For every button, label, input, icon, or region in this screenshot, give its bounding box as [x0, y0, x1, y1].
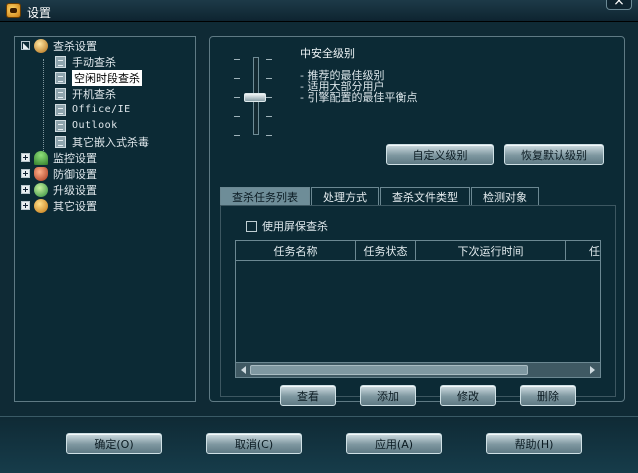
column-header-next-run[interactable]: 下次运行时间 — [416, 241, 566, 261]
update-globe-icon — [34, 182, 48, 197]
tree-guide-line — [43, 59, 44, 157]
shield-icon — [34, 166, 48, 181]
column-header-task-name[interactable]: 任务名称 — [236, 241, 356, 261]
horizontal-scrollbar[interactable] — [236, 362, 600, 377]
restore-default-button[interactable]: 恢复默认级别 — [504, 144, 604, 165]
settings-panel: 中安全级别 - 推荐的最佳级别 - 适用大部分用户 - 引擎配置的最佳平衡点 自… — [209, 36, 625, 406]
page-icon — [55, 71, 66, 84]
expand-toggle-icon[interactable] — [21, 185, 30, 194]
expand-toggle-icon[interactable] — [21, 153, 30, 162]
cancel-button[interactable]: 取消(C) — [206, 433, 302, 454]
tree-item-label: 空闲时段查杀 — [72, 69, 142, 86]
tree-group-label: 防御设置 — [53, 167, 97, 181]
antivirus-icon — [34, 38, 48, 53]
tree-item-boot-scan[interactable]: 开机查杀 — [55, 86, 116, 101]
security-level-handle[interactable] — [244, 92, 266, 102]
expand-toggle-icon[interactable] — [21, 169, 30, 178]
security-level-description: - 推荐的最佳级别 - 适用大部分用户 - 引擎配置的最佳平衡点 — [300, 70, 417, 103]
screensaver-scan-option[interactable]: 使用屏保查杀 — [246, 218, 328, 234]
tree-group-defense[interactable]: 防御设置 — [21, 166, 97, 181]
tree-group-label: 查杀设置 — [53, 39, 97, 53]
settings-frame: 查杀设置 手动查杀 空闲时段查杀 开机查杀 Office/IE Outlook … — [0, 22, 638, 416]
tree-item-label: Outlook — [72, 120, 118, 131]
expand-toggle-icon[interactable] — [21, 201, 30, 210]
gear-icon — [34, 198, 48, 213]
monitor-umbrella-icon — [34, 150, 48, 165]
tree-group-monitor[interactable]: 监控设置 — [21, 150, 97, 165]
tree-item-manual-scan[interactable]: 手动查杀 — [55, 54, 116, 69]
tree-item-label: 其它嵌入式杀毒 — [72, 135, 149, 149]
ok-button[interactable]: 确定(O) — [66, 433, 162, 454]
task-table: 任务名称 任务状态 下次运行时间 任 — [235, 240, 601, 378]
scroll-left-icon[interactable] — [241, 366, 246, 374]
tree-group-label: 监控设置 — [53, 151, 97, 165]
custom-level-button[interactable]: 自定义级别 — [386, 144, 494, 165]
tree-item-label: 手动查杀 — [72, 55, 116, 69]
tab-scan-task-list[interactable]: 查杀任务列表 — [220, 187, 310, 205]
settings-tabs: 查杀任务列表 处理方式 查杀文件类型 检测对象 — [220, 187, 540, 205]
window-title: 设置 — [27, 6, 52, 20]
tree-group-scan[interactable]: 查杀设置 — [21, 38, 97, 53]
column-header-truncated[interactable]: 任 — [566, 241, 600, 261]
help-button[interactable]: 帮助(H) — [486, 433, 582, 454]
tree-item-idle-scan[interactable]: 空闲时段查杀 — [55, 69, 142, 86]
view-button[interactable]: 查看 — [280, 385, 336, 406]
tree-group-other[interactable]: 其它设置 — [21, 198, 97, 213]
app-icon — [6, 3, 21, 18]
tree-item-embedded-scan[interactable]: 其它嵌入式杀毒 — [55, 134, 149, 149]
page-icon — [55, 55, 66, 68]
page-icon — [55, 103, 66, 116]
description-line: - 引擎配置的最佳平衡点 — [300, 91, 418, 104]
tree-item-office-ie[interactable]: Office/IE — [55, 102, 131, 117]
edit-button[interactable]: 修改 — [440, 385, 496, 406]
add-button[interactable]: 添加 — [360, 385, 416, 406]
tree-item-outlook[interactable]: Outlook — [55, 118, 118, 133]
column-header-task-status[interactable]: 任务状态 — [356, 241, 416, 261]
settings-tree: 查杀设置 手动查杀 空闲时段查杀 开机查杀 Office/IE Outlook … — [14, 36, 196, 402]
delete-button[interactable]: 删除 — [520, 385, 576, 406]
close-icon[interactable]: × — [606, 0, 632, 10]
apply-button[interactable]: 应用(A) — [346, 433, 442, 454]
page-icon — [55, 87, 66, 100]
tab-content: 使用屏保查杀 任务名称 任务状态 下次运行时间 任 — [220, 205, 616, 397]
scrollbar-thumb[interactable] — [250, 365, 528, 375]
table-header: 任务名称 任务状态 下次运行时间 任 — [236, 241, 600, 261]
security-level-title: 中安全级别 — [300, 47, 355, 60]
scroll-right-icon[interactable] — [590, 366, 595, 374]
screensaver-scan-checkbox[interactable] — [246, 220, 257, 232]
tree-item-label: 开机查杀 — [72, 87, 116, 101]
tree-group-update[interactable]: 升级设置 — [21, 182, 97, 197]
title-bar: 设置 × — [0, 0, 638, 22]
tab-handling-method[interactable]: 处理方式 — [311, 187, 379, 205]
page-icon — [55, 119, 66, 132]
page-icon — [55, 135, 66, 148]
expand-toggle-icon[interactable] — [21, 41, 30, 50]
tree-item-label: Office/IE — [72, 104, 131, 115]
tree-group-label: 升级设置 — [53, 183, 97, 197]
tab-detection-objects[interactable]: 检测对象 — [471, 187, 539, 205]
tab-scan-file-types[interactable]: 查杀文件类型 — [380, 187, 470, 205]
checkbox-label: 使用屏保查杀 — [262, 220, 328, 233]
dialog-footer: 确定(O) 取消(C) 应用(A) 帮助(H) — [0, 416, 638, 473]
tree-group-label: 其它设置 — [53, 199, 97, 213]
